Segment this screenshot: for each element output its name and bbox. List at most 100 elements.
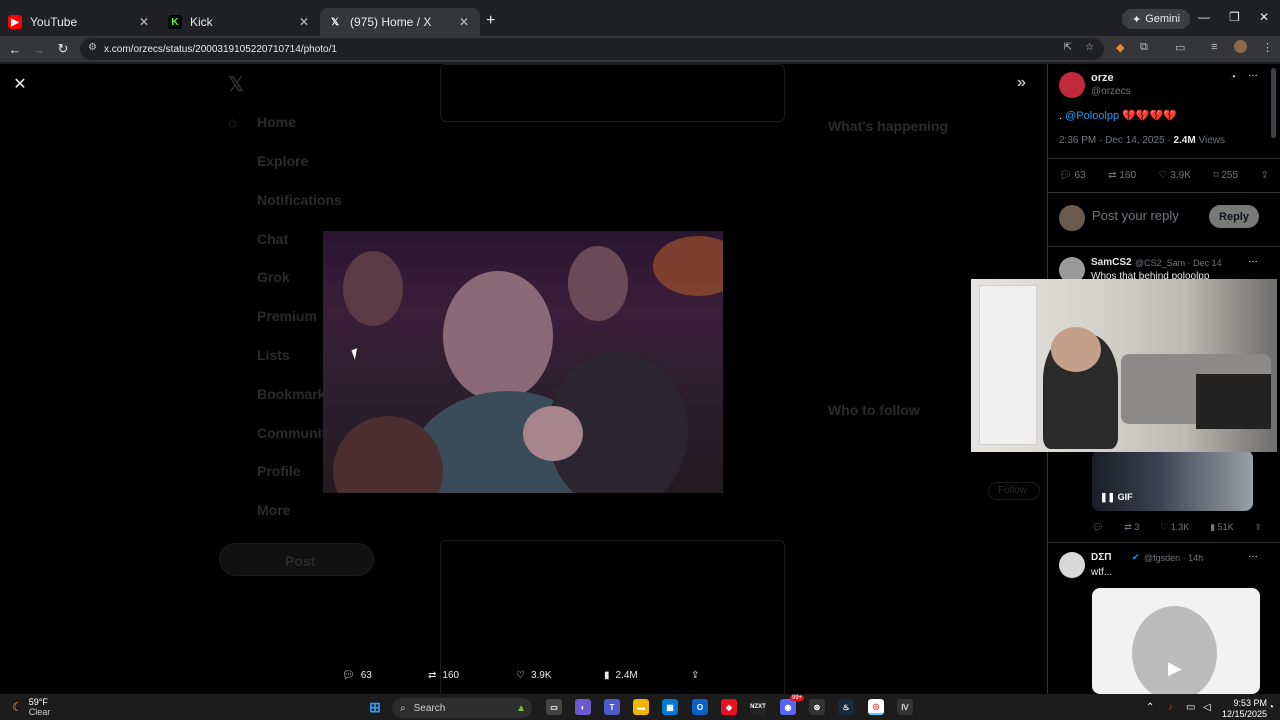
address-bar[interactable]: ⚙ x.com/orzecs/status/200031910522071071… — [80, 38, 1104, 60]
store-icon[interactable]: ▦ — [662, 699, 678, 715]
media-photo[interactable] — [323, 231, 723, 493]
share-icon[interactable]: ⇪ — [1254, 522, 1262, 533]
tab-kick[interactable]: K Kick ✕ — [160, 8, 320, 36]
reply-author-handle[interactable]: @fgsden · 14h — [1144, 553, 1203, 563]
menu-dots-icon[interactable]: ⋮ — [1262, 41, 1273, 54]
views-action[interactable]: ▮ 51K — [1210, 522, 1233, 533]
close-tab-icon[interactable]: ✕ — [296, 15, 312, 29]
mention-link[interactable]: @Poloolpp — [1065, 110, 1119, 122]
network-icon[interactable]: ▭ — [1186, 702, 1195, 713]
like-count: 3.9K — [530, 670, 552, 681]
reply-action[interactable]: 💬︎ 63 — [1059, 170, 1086, 181]
tab-youtube[interactable]: ▶ YouTube ✕ — [0, 8, 160, 36]
chrome-icon[interactable]: ◎ — [868, 699, 884, 715]
sidebar-item-premium: Premium — [257, 308, 317, 324]
reply-author-avatar[interactable] — [1059, 552, 1085, 578]
minimize-icon[interactable]: — — [1198, 10, 1210, 24]
reply-author-name[interactable]: SamCS2 — [1091, 257, 1132, 268]
play-icon[interactable]: ▶ — [1168, 658, 1182, 679]
app-red-icon[interactable]: ◆ — [721, 699, 737, 715]
gemini-button[interactable]: ✦ Gemini — [1122, 9, 1191, 29]
viewer-repost-action[interactable]: ⇄ 160 — [428, 670, 459, 681]
reply-input[interactable]: Post your reply — [1092, 208, 1179, 223]
task-view-icon[interactable]: ▭ — [546, 699, 562, 715]
more-options-icon[interactable]: ··· — [1248, 70, 1258, 81]
reload-icon[interactable]: ↻ — [51, 41, 75, 57]
panel-scrollbar[interactable] — [1271, 68, 1276, 138]
picture-in-picture-video[interactable] — [971, 279, 1277, 452]
expand-panel-icon[interactable]: » — [1017, 74, 1026, 92]
more-options-icon[interactable]: ··· — [1248, 256, 1258, 267]
reply-author-handle[interactable]: @CS2_Sam · Dec 14 — [1135, 258, 1222, 268]
extension-fox-icon[interactable]: ◆ — [1116, 41, 1124, 54]
grok-icon[interactable]: ◔ — [1230, 72, 1236, 83]
current-user-avatar — [1059, 205, 1085, 231]
tray-overflow-icon[interactable]: ⌃ — [1146, 702, 1154, 713]
pause-icon[interactable]: ❚❚ — [1100, 492, 1115, 502]
trends-title: What's happening — [828, 118, 948, 134]
bookmark-count: 255 — [1221, 170, 1239, 181]
copilot-icon[interactable]: ◐ — [575, 699, 591, 715]
windows-start-icon[interactable]: ⊞ — [367, 699, 383, 715]
weather-widget[interactable]: ☾ 59°F Clear — [12, 697, 50, 717]
background-follow-button: Follow — [988, 482, 1040, 500]
like-action[interactable]: ♡ 3.9K — [1159, 170, 1191, 181]
app-icon[interactable]: ⊛ — [809, 699, 825, 715]
repost-action[interactable]: ⇄ 3 — [1124, 522, 1139, 533]
heart-icon: ♡ — [516, 670, 525, 681]
more-options-icon[interactable]: ··· — [1248, 551, 1258, 562]
restore-icon[interactable]: ❐ — [1229, 10, 1240, 24]
volume-icon[interactable]: ◁ — [1203, 702, 1211, 713]
like-action[interactable]: ♡ 1.3K — [1160, 522, 1189, 533]
author-avatar[interactable] — [1059, 72, 1085, 98]
close-window-icon[interactable]: ✕ — [1259, 10, 1269, 24]
author-name[interactable]: orze — [1091, 72, 1114, 84]
teams-icon[interactable]: T — [604, 699, 620, 715]
author-handle[interactable]: @orzecs — [1091, 86, 1131, 97]
tab-title: YouTube — [30, 15, 78, 29]
views-label: Views — [1195, 135, 1226, 146]
new-tab-icon[interactable]: + — [486, 12, 495, 30]
app-icon[interactable]: Ⅳ — [897, 699, 913, 715]
steam-icon[interactable]: ♨ — [838, 699, 854, 715]
profile-avatar[interactable] — [1234, 40, 1247, 53]
nzxt-icon[interactable]: NZXT — [750, 699, 766, 715]
close-viewer-icon[interactable]: ✕ — [10, 74, 30, 94]
reply-video[interactable]: ▶ — [1092, 588, 1260, 694]
close-tab-icon[interactable]: ✕ — [456, 15, 472, 29]
viewer-share-action[interactable]: ⇪ — [691, 670, 699, 681]
background-post-button: Post — [219, 543, 374, 576]
microphone-icon[interactable]: ♪ — [1168, 702, 1173, 713]
viewer-like-action[interactable]: ♡ 3.9K — [516, 670, 552, 681]
install-app-icon[interactable]: ⇱ — [1064, 42, 1072, 53]
reply-author-name[interactable]: DΣΠ — [1091, 552, 1111, 563]
file-explorer-icon[interactable]: ▬ — [633, 699, 649, 715]
media-control-icon[interactable]: ≡ — [1211, 41, 1217, 53]
clock-date: 12/15/2025 — [1222, 709, 1268, 719]
taskbar-search[interactable]: ⌕ Search ▲ — [392, 698, 532, 718]
site-info-icon[interactable]: ⚙ — [88, 42, 97, 53]
reply-button[interactable]: Reply — [1209, 205, 1259, 228]
tab-x-home[interactable]: 𝕏 (975) Home / X ✕ — [320, 8, 480, 36]
viewer-views-action[interactable]: ▮ 2.4M — [604, 670, 638, 681]
post-emojis: 💔💔💔💔 — [1122, 110, 1177, 122]
back-icon[interactable]: ← — [3, 42, 27, 57]
cast-icon[interactable]: ▭ — [1175, 41, 1185, 54]
reply-gif[interactable]: ❚❚ GIF — [1092, 450, 1253, 511]
bookmark-icon: ⌑ — [1213, 170, 1219, 181]
taskbar-clock[interactable]: 9:53 PM 12/15/2025 — [1222, 698, 1267, 720]
post-timestamp[interactable]: 2:36 PM · Dec 14, 2025 · — [1059, 135, 1174, 146]
bookmark-star-icon[interactable]: ☆ — [1085, 42, 1094, 53]
repost-action[interactable]: ⇄ 160 — [1108, 170, 1136, 181]
outlook-icon[interactable]: O — [692, 699, 708, 715]
share-icon[interactable]: ⇪ — [1261, 170, 1269, 181]
viewer-reply-action[interactable]: 💬︎ 63 — [342, 670, 372, 681]
bookmark-action[interactable]: ⌑ 255 — [1213, 170, 1238, 181]
discord-icon[interactable]: ◉ — [780, 699, 796, 715]
weather-text: 59°F Clear — [29, 697, 51, 717]
notifications-bell-icon[interactable]: ◔ — [1268, 702, 1274, 713]
extensions-puzzle-icon[interactable]: ⧉ — [1140, 41, 1148, 54]
forward-icon[interactable]: → — [27, 42, 51, 57]
reply-icon[interactable]: 💬︎ — [1092, 522, 1103, 533]
close-tab-icon[interactable]: ✕ — [136, 15, 152, 29]
